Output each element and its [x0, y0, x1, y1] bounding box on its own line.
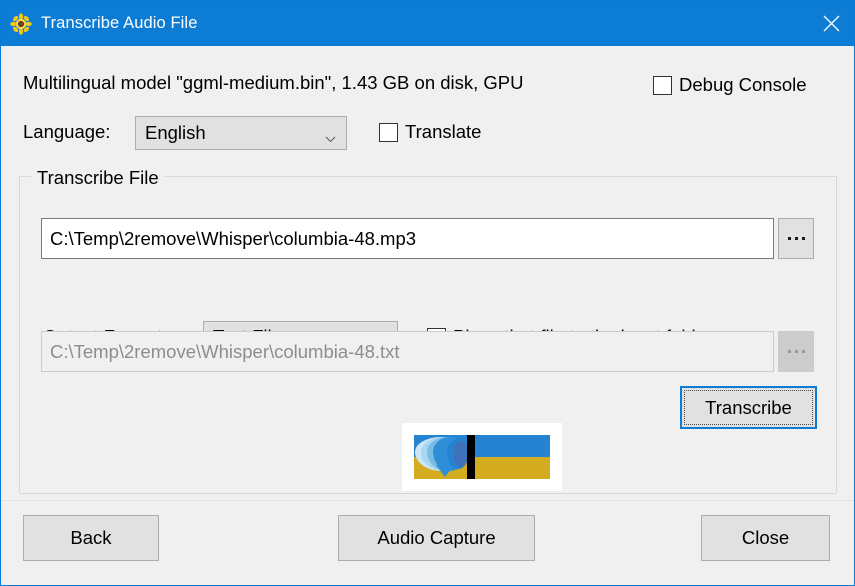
- ellipsis-dot: [787, 350, 791, 353]
- title-bar: Transcribe Audio File: [1, 1, 854, 46]
- speech-bubble-tail: [436, 465, 454, 477]
- browse-input-file-button[interactable]: [778, 218, 814, 259]
- dialog-content: Multilingual model "ggml-medium.bin", 1.…: [1, 46, 854, 585]
- chevron-down-icon: [325, 130, 336, 143]
- debug-console-checkbox[interactable]: Debug Console: [653, 74, 807, 96]
- banner-divider: [467, 435, 475, 479]
- translate-checkbox[interactable]: Translate: [379, 121, 481, 143]
- debug-console-checkbox-box[interactable]: [653, 75, 672, 95]
- ellipsis-dot: [801, 237, 805, 240]
- input-file-field[interactable]: C:\Temp\2remove\Whisper\columbia-48.mp3: [41, 218, 774, 259]
- output-file-value: C:\Temp\2remove\Whisper\columbia-48.txt: [50, 340, 400, 362]
- sunflower-icon: [10, 12, 32, 35]
- back-button[interactable]: Back: [23, 515, 159, 561]
- close-icon[interactable]: [808, 1, 854, 46]
- language-select[interactable]: English: [135, 116, 347, 150]
- translate-checkbox-box[interactable]: [379, 122, 398, 142]
- audio-capture-button[interactable]: Audio Capture: [338, 515, 535, 561]
- ellipsis-dot: [794, 350, 798, 353]
- speech-bubble-ukraine-flag-banner: [402, 423, 562, 491]
- transcribe-file-group-title: Transcribe File: [31, 167, 165, 189]
- footer-divider: [1, 500, 854, 501]
- transcribe-audio-file-window: Transcribe Audio File Multilingual model…: [0, 0, 855, 586]
- banner-art: [414, 435, 550, 479]
- close-button[interactable]: Close: [701, 515, 830, 561]
- browse-output-file-button: [778, 331, 814, 372]
- transcribe-button[interactable]: Transcribe: [680, 386, 817, 429]
- ellipsis-dot: [801, 350, 805, 353]
- ellipsis-dot: [794, 237, 798, 240]
- language-select-value: English: [145, 122, 206, 143]
- translate-label: Translate: [405, 121, 482, 142]
- ellipsis-dot: [787, 237, 791, 240]
- debug-console-label: Debug Console: [679, 74, 807, 95]
- input-file-value: C:\Temp\2remove\Whisper\columbia-48.mp3: [50, 227, 417, 249]
- window-title: Transcribe Audio File: [41, 14, 198, 32]
- transcribe-button-label: Transcribe: [705, 396, 792, 418]
- language-label: Language:: [23, 121, 111, 142]
- output-file-field: C:\Temp\2remove\Whisper\columbia-48.txt: [41, 331, 774, 372]
- model-info-label: Multilingual model "ggml-medium.bin", 1.…: [23, 72, 524, 93]
